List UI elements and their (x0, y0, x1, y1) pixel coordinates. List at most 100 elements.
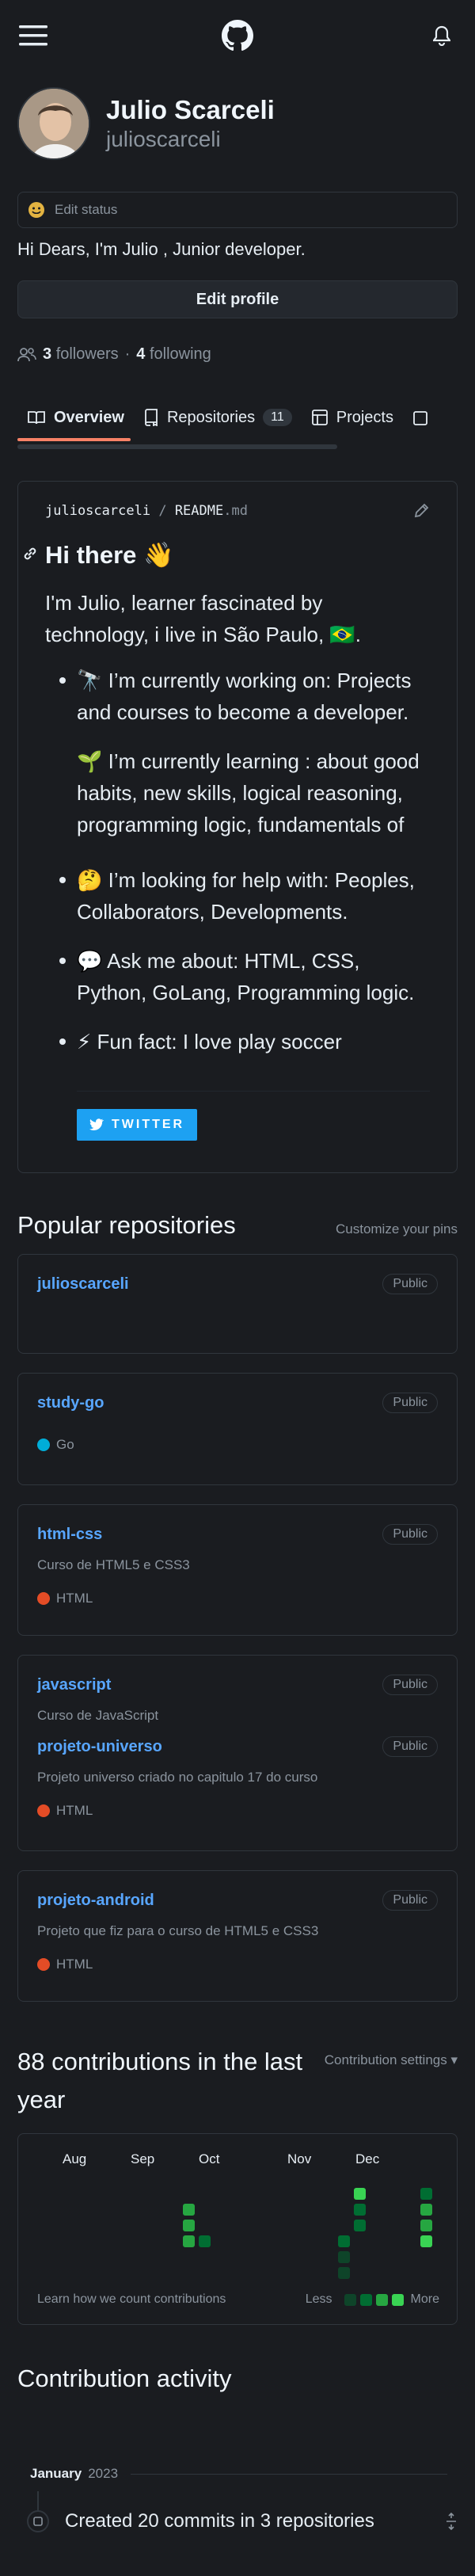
readme-card: julioscarceli / README.md Hi there 👋 I'm… (17, 481, 458, 1173)
popular-repos-title: Popular repositories (17, 1211, 236, 1239)
contribution-cell[interactable] (354, 2204, 366, 2216)
contribution-cell[interactable] (338, 2251, 350, 2263)
contribution-cell[interactable] (354, 2188, 366, 2200)
visibility-badge: Public (382, 1675, 438, 1695)
twitter-bird-icon (89, 1118, 104, 1130)
month-label: Aug (63, 2151, 87, 2166)
profile-bio: Hi Dears, I'm Julio , Junior developer. (17, 239, 306, 259)
contribution-cell[interactable] (183, 2220, 195, 2231)
activity-timeline: January 2023 Created 20 commits in 3 rep… (0, 2466, 475, 2532)
followers-link[interactable]: 3 followers (43, 345, 119, 364)
repo-language: Go (37, 1437, 438, 1453)
visibility-badge: Public (382, 1393, 438, 1413)
visibility-badge: Public (382, 1890, 438, 1911)
github-logo-icon[interactable] (222, 20, 253, 51)
repo-language: HTML (37, 1803, 438, 1819)
package-icon (413, 411, 428, 425)
month-label: Sep (131, 2151, 155, 2166)
repo-name-link[interactable]: study-go (37, 1394, 104, 1412)
repo-icon (145, 409, 158, 426)
profile-section: Julio Scarceli julioscarceli Edit status… (0, 71, 475, 364)
bell-icon[interactable] (426, 20, 458, 51)
tab-more[interactable] (412, 398, 428, 436)
language-label: Go (56, 1437, 74, 1452)
edit-status-button[interactable]: Edit status (17, 192, 458, 228)
readme-item-ask: 💬 Ask me about: HTML, CSS, Python, GoLan… (59, 945, 430, 1008)
profile-login: julioscarceli (106, 127, 221, 151)
legend-cell (391, 2293, 404, 2306)
tab-repositories[interactable]: Repositories 11 (143, 398, 292, 436)
following-label: following (149, 345, 211, 363)
tab-projects[interactable]: Projects (311, 398, 393, 436)
repo-name-link[interactable]: julioscarceli (37, 1275, 129, 1294)
readme-item-help: 🤔 I’m looking for help with: Peoples, Co… (59, 864, 430, 928)
contribution-activity-title: Contribution activity (17, 2365, 232, 2392)
repo-name-link[interactable]: html-css (37, 1526, 102, 1544)
tabs-scrollbar[interactable] (17, 444, 337, 449)
edit-profile-button[interactable]: Edit profile (17, 280, 458, 318)
readme-heading-text: Hi there 👋 (45, 541, 174, 569)
repo-card: javascript Public Curso de JavaScript pro… (17, 1655, 458, 1851)
repo-description: Curso de HTML5 e CSS3 (37, 1557, 190, 1572)
commits-summary[interactable]: Created 20 commits in 3 repositories (0, 2510, 475, 2532)
contribution-cell[interactable] (420, 2220, 432, 2231)
timeline-month-name: January (30, 2466, 82, 2481)
repo-description: Projeto universo criado no capitulo 17 d… (37, 1770, 318, 1785)
profile-tabs: Overview Repositories 11 Projects (0, 398, 475, 443)
popular-repos-header: Popular repositories Customize your pins (17, 1211, 458, 1240)
tab-overview[interactable]: Overview (17, 398, 131, 441)
link-icon[interactable] (21, 545, 39, 562)
repo-description: Projeto que fiz para o curso de HTML5 e … (37, 1923, 319, 1938)
repo-name-link[interactable]: projeto-android (37, 1892, 154, 1910)
unfold-icon[interactable] (445, 2513, 458, 2530)
people-icon (17, 347, 36, 361)
pencil-icon[interactable] (412, 502, 430, 520)
contribution-cell[interactable] (420, 2204, 432, 2216)
contribution-cell[interactable] (420, 2235, 432, 2247)
language-color-dot (37, 1592, 50, 1605)
contribution-cell[interactable] (199, 2235, 211, 2247)
contribution-cell[interactable] (183, 2204, 195, 2216)
readme-path-file[interactable]: README (175, 503, 223, 519)
repo-description: Curso de JavaScript (37, 1708, 159, 1723)
contribution-cell[interactable] (420, 2188, 432, 2200)
tab-repositories-label: Repositories (166, 408, 256, 426)
graph-legend: Less More (306, 2292, 439, 2307)
avatar[interactable] (17, 87, 90, 160)
readme-path-user[interactable]: julioscarceli (45, 503, 150, 519)
contribution-cell[interactable] (183, 2235, 195, 2247)
contribution-cell[interactable] (338, 2235, 350, 2247)
timeline-year: 2023 (88, 2466, 119, 2481)
readme-path: julioscarceli / README.md (45, 503, 248, 519)
following-link[interactable]: 4 following (136, 345, 211, 364)
month-label: Oct (199, 2151, 220, 2166)
profile-name: Julio Scarceli (106, 95, 275, 124)
legend-less: Less (305, 2292, 332, 2306)
language-label: HTML (56, 1957, 93, 1972)
edit-status-label: Edit status (55, 202, 118, 217)
repo-name-link[interactable]: projeto-universo (37, 1738, 162, 1756)
contribution-cell[interactable] (338, 2267, 350, 2279)
contribution-cell[interactable] (354, 2220, 366, 2231)
followers-count: 3 (43, 345, 52, 363)
customize-pins-link[interactable]: Customize your pins (336, 1221, 458, 1237)
contribution-settings-button[interactable]: Contribution settings ▾ (325, 2052, 458, 2068)
language-label: HTML (56, 1803, 93, 1818)
repositories-count-badge: 11 (263, 409, 292, 426)
twitter-label: TWITTER (112, 1118, 185, 1131)
month-label: Nov (287, 2151, 312, 2166)
readme-path-sep: / (158, 503, 167, 519)
language-color-dot (37, 1958, 50, 1971)
smiley-icon (28, 202, 44, 218)
follow-stats: 3 followers · 4 following (17, 345, 458, 364)
graph-footer: Learn how we count contributions Less Mo… (37, 2292, 439, 2307)
learn-contributions-link[interactable]: Learn how we count contributions (37, 2292, 226, 2307)
visibility-badge: Public (382, 1274, 438, 1294)
twitter-badge[interactable]: TWITTER (77, 1109, 198, 1141)
book-icon (28, 411, 45, 425)
repo-name-link[interactable]: javascript (37, 1676, 111, 1694)
hamburger-icon[interactable] (17, 20, 49, 51)
commits-summary-text: Created 20 commits in 3 repositories (65, 2510, 374, 2532)
legend-cell (375, 2293, 388, 2306)
followers-label: followers (55, 345, 119, 363)
